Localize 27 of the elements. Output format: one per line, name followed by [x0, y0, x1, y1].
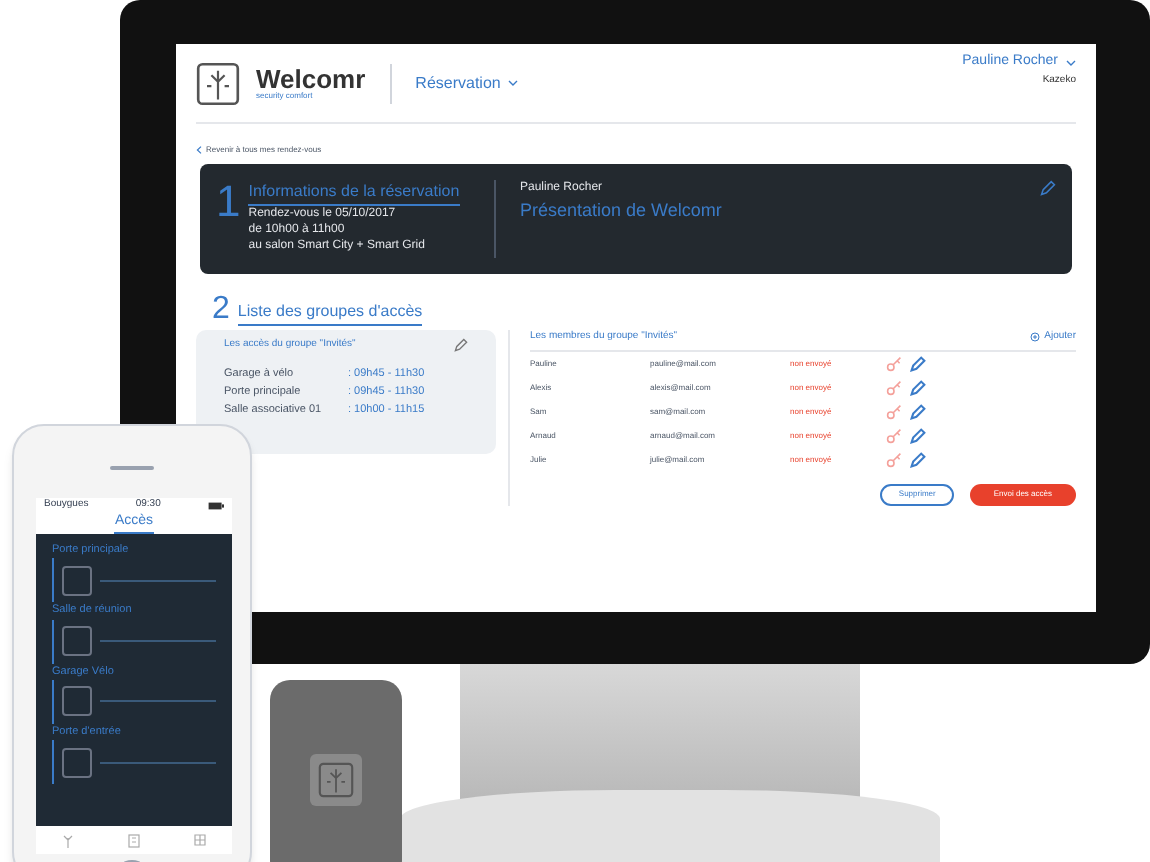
section-title: Informations de la réservation	[248, 180, 460, 206]
door-unlock-button[interactable]	[62, 565, 92, 596]
plus-circle-icon	[1030, 332, 1041, 343]
door-unlock-button[interactable]	[62, 747, 92, 777]
chevron-down-icon	[1066, 59, 1076, 66]
door-unlock-button[interactable]	[62, 626, 92, 656]
step-number: 1	[216, 180, 241, 230]
key-icon[interactable]	[886, 427, 902, 443]
key-icon[interactable]	[886, 403, 902, 419]
step-number: 2	[212, 294, 230, 326]
event-title: Présentation de Welcomr	[520, 198, 724, 224]
tree-logo-icon	[318, 762, 354, 798]
reservation-menu[interactable]: Réservation	[415, 71, 519, 95]
tree-logo-icon	[196, 61, 240, 105]
section-title: Liste des groupes d'accès	[237, 300, 423, 326]
key-icon[interactable]	[886, 379, 902, 395]
key-icon[interactable]	[886, 451, 902, 467]
door-unlock-button[interactable]	[62, 686, 92, 717]
battery-icon	[207, 501, 224, 509]
pencil-icon[interactable]	[454, 338, 468, 352]
chevron-down-icon	[508, 80, 519, 86]
key-icon[interactable]	[886, 355, 902, 371]
grid-tab-icon[interactable]	[193, 834, 206, 846]
pencil-icon[interactable]	[1040, 180, 1056, 196]
tree-tab-icon[interactable]	[62, 833, 75, 847]
brand-name: Welcomr	[256, 66, 366, 92]
building-tab-icon[interactable]	[127, 833, 140, 847]
